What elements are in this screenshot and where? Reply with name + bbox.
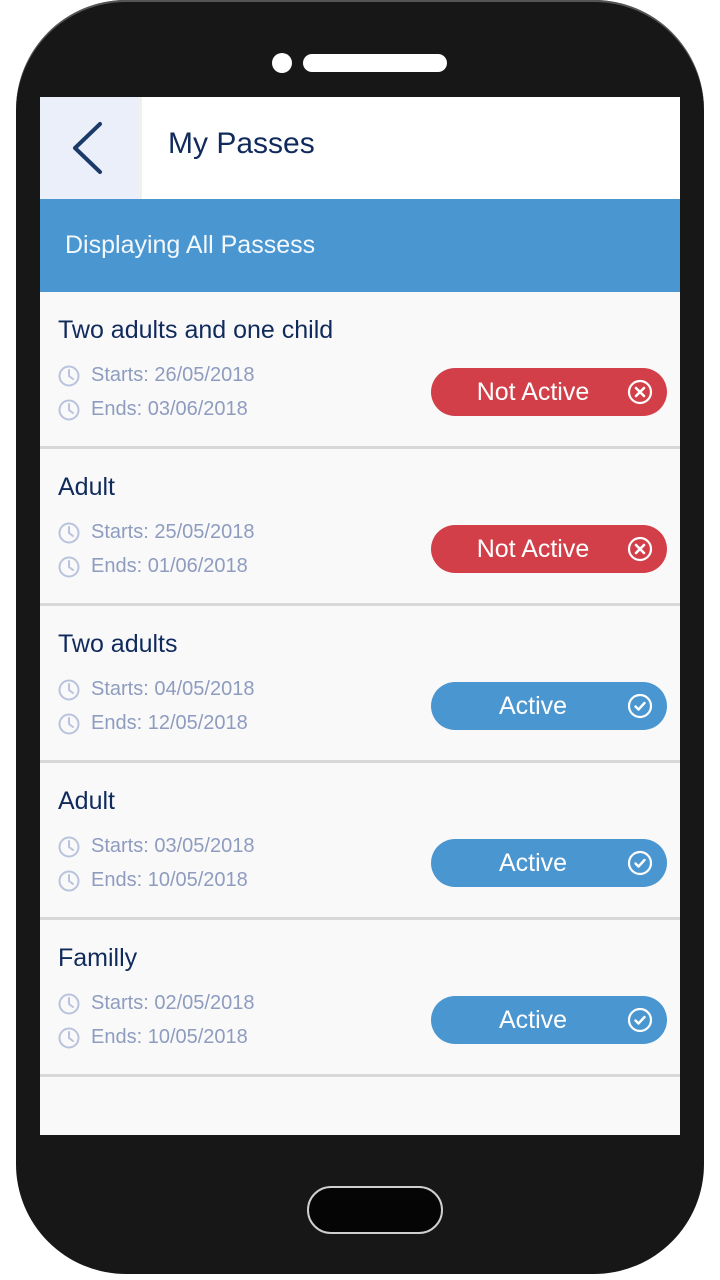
- start-text: Starts: 26/05/2018: [91, 364, 255, 386]
- passes-list: Two adults and one child Starts: 26/05/2…: [40, 292, 680, 1077]
- status-badge[interactable]: Not Active: [431, 525, 667, 573]
- start-text: Starts: 02/05/2018: [91, 992, 255, 1014]
- pass-item[interactable]: Familly Starts: 02/05/2018 Ends: 10/05/2…: [40, 920, 680, 1077]
- pass-end-date: Ends: 10/05/2018: [58, 1026, 248, 1049]
- status-label: Not Active: [476, 535, 590, 563]
- end-text: Ends: 12/05/2018: [91, 712, 248, 734]
- pass-name: Familly: [58, 944, 138, 972]
- clock-icon: [58, 870, 80, 891]
- clock-icon: [58, 365, 80, 386]
- pass-item[interactable]: Adult Starts: 03/05/2018 Ends: 10/05/201…: [40, 763, 680, 920]
- top-bar: My Passes: [40, 97, 680, 199]
- status-label: Active: [498, 1006, 568, 1034]
- end-text: Ends: 03/06/2018: [91, 398, 248, 420]
- pass-start-date: Starts: 03/05/2018: [58, 835, 254, 858]
- pass-item[interactable]: Two adults and one child Starts: 26/05/2…: [40, 292, 680, 449]
- back-button[interactable]: [40, 97, 142, 199]
- pass-name: Two adults and one child: [58, 316, 334, 344]
- pass-name: Adult: [58, 787, 115, 815]
- start-text: Starts: 04/05/2018: [91, 678, 255, 700]
- clock-icon: [58, 836, 80, 857]
- clock-icon: [58, 556, 80, 577]
- status-badge[interactable]: Active: [431, 996, 667, 1044]
- check-circle-icon: [627, 850, 653, 876]
- pass-name: Adult: [58, 473, 115, 501]
- end-text: Ends: 10/05/2018: [91, 869, 248, 891]
- pass-name: Two adults: [58, 630, 178, 658]
- clock-icon: [58, 713, 80, 734]
- status-badge[interactable]: Not Active: [431, 368, 667, 416]
- pass-item[interactable]: Two adults Starts: 04/05/2018 Ends: 12/0…: [40, 606, 680, 763]
- camera-icon: [272, 53, 292, 73]
- status-badge[interactable]: Active: [431, 682, 667, 730]
- banner-text: Displaying All Passess: [65, 231, 316, 259]
- page-title: My Passes: [168, 127, 315, 160]
- check-circle-icon: [627, 693, 653, 719]
- pass-start-date: Starts: 26/05/2018: [58, 364, 254, 387]
- end-text: Ends: 10/05/2018: [91, 1026, 248, 1048]
- home-button[interactable]: [307, 1186, 443, 1234]
- filter-banner: Displaying All Passess: [40, 199, 680, 292]
- start-text: Starts: 25/05/2018: [91, 521, 255, 543]
- clock-icon: [58, 1027, 80, 1048]
- chevron-left-icon: [73, 122, 102, 174]
- x-circle-icon: [627, 536, 653, 562]
- start-text: Starts: 03/05/2018: [91, 835, 255, 857]
- status-label: Not Active: [476, 378, 590, 406]
- pass-end-date: Ends: 03/06/2018: [58, 398, 248, 421]
- clock-icon: [58, 993, 80, 1014]
- pass-item[interactable]: Adult Starts: 25/05/2018 Ends: 01/06/201…: [40, 449, 680, 606]
- pass-end-date: Ends: 01/06/2018: [58, 555, 248, 578]
- clock-icon: [58, 522, 80, 543]
- status-label: Active: [498, 849, 568, 877]
- app-screen: My Passes Displaying All Passess Two adu…: [40, 97, 680, 1135]
- pass-end-date: Ends: 10/05/2018: [58, 869, 248, 892]
- status-badge[interactable]: Active: [431, 839, 667, 887]
- clock-icon: [58, 679, 80, 700]
- pass-end-date: Ends: 12/05/2018: [58, 712, 248, 735]
- speaker-grille: [303, 54, 447, 72]
- pass-start-date: Starts: 25/05/2018: [58, 521, 254, 544]
- pass-start-date: Starts: 04/05/2018: [58, 678, 254, 701]
- x-circle-icon: [627, 379, 653, 405]
- check-circle-icon: [627, 1007, 653, 1033]
- status-label: Active: [498, 692, 568, 720]
- clock-icon: [58, 399, 80, 420]
- end-text: Ends: 01/06/2018: [91, 555, 248, 577]
- pass-start-date: Starts: 02/05/2018: [58, 992, 254, 1015]
